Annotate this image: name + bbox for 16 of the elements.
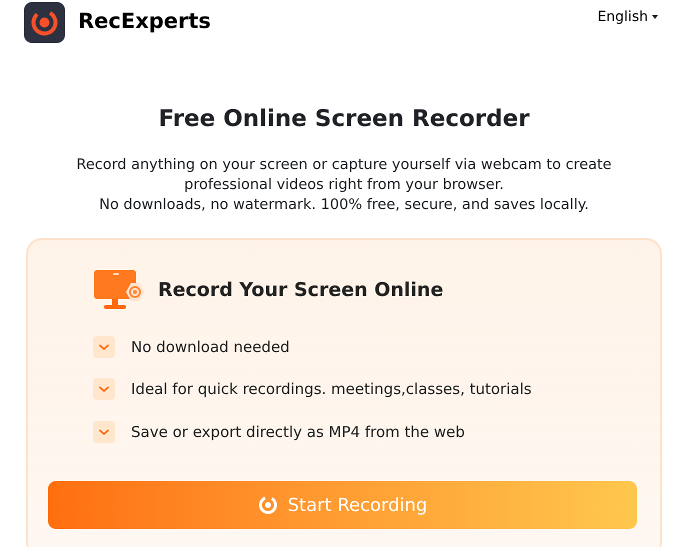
brand-name: RecExperts: [78, 8, 211, 36]
check-icon: [93, 378, 115, 400]
card-title: Record Your Screen Online: [158, 278, 444, 304]
feature-text: Ideal for quick recordings. meetings,classes, tutorials: [131, 379, 532, 400]
check-icon: [93, 336, 115, 358]
feature-text: Save or export directly as MP4 from the web: [131, 422, 465, 442]
description-text: Record anything on your screen or capture yourself via webcam to create professional videos right from your browser.: [75, 156, 613, 194]
description-text: No downloads, no watermark. 100% free, secure, and saves locally.: [99, 196, 589, 214]
feature-text: No download needed: [131, 336, 290, 358]
record-icon: [258, 495, 278, 515]
logo-icon: [24, 2, 65, 42]
language-dropdown[interactable]: English: [597, 6, 658, 28]
check-icon: [93, 420, 115, 443]
monitor-icon: [94, 270, 144, 312]
caret-icon: [652, 15, 658, 19]
page-title: Free Online Screen Recorder: [157, 105, 531, 134]
